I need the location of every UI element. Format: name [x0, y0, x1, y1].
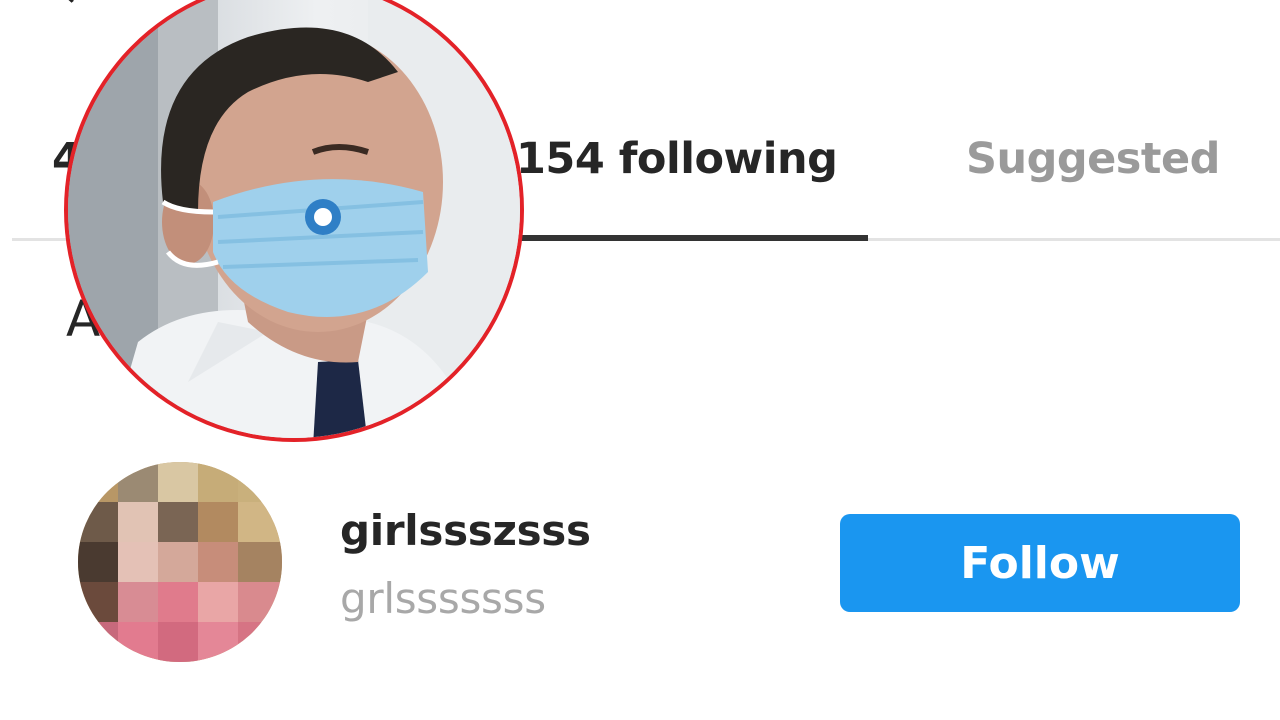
follow-button[interactable]: Follow — [840, 514, 1240, 612]
user-list-item[interactable]: girlssszsss grlsssssss Follow — [0, 450, 1280, 680]
avatar[interactable] — [78, 462, 282, 662]
masked-man-illustration — [68, 0, 520, 438]
blurred-avatar-image — [78, 462, 282, 662]
user-fullname: grlsssssss — [340, 574, 546, 623]
username[interactable]: girlssszsss — [340, 506, 591, 555]
tab-following[interactable]: 154 following — [516, 134, 838, 184]
tab-suggested[interactable]: Suggested — [966, 134, 1220, 184]
inset-photo — [64, 0, 524, 442]
